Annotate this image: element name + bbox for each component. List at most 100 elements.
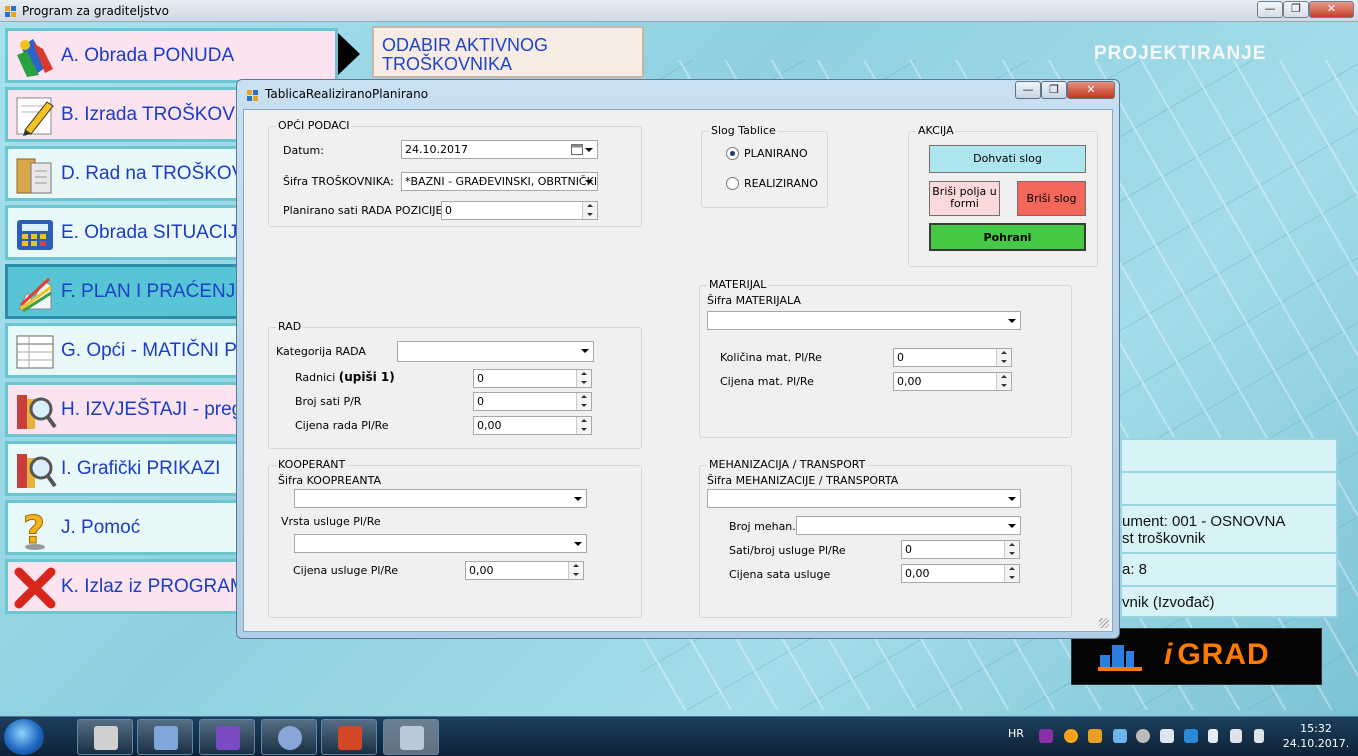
menu-label: I. Grafički PRIKAZI [61,458,221,479]
spinner-arrows[interactable] [582,202,597,219]
cijena-sata-value: 0,00 [905,567,930,580]
taskbar-app-2[interactable] [137,719,193,755]
dialog-title: TablicaRealiziranoPlanirano [265,87,429,101]
kolicina-mat-value: 0 [897,351,904,364]
spinner-arrows[interactable] [576,370,591,387]
spinner-arrows[interactable] [996,349,1011,366]
close-button[interactable]: ✕ [1309,1,1354,18]
sifra-mehanizacije-label: Šifra MEHANIZACIJE / TRANSPORTA [707,474,899,487]
restore-button[interactable]: ❐ [1283,1,1309,18]
taskbar-app-5[interactable] [321,719,377,755]
resize-grip[interactable] [1099,618,1109,628]
pohrani-button[interactable]: Pohrani [929,223,1086,251]
language-indicator[interactable]: HR [1008,727,1024,740]
table-icon [16,335,54,369]
spinner-arrows[interactable] [1004,541,1019,558]
chevron-down-icon [574,542,582,546]
dohvati-slog-button[interactable]: Dohvati slog [929,145,1086,173]
taskbar-app-4[interactable] [261,719,317,755]
taskbar-app-6[interactable] [383,719,439,755]
sifra-mehanizacije-select[interactable] [707,489,1021,508]
tray-orange-icon[interactable] [1064,729,1078,743]
volume-icon[interactable] [1230,729,1242,743]
tray-disc-icon[interactable] [1136,729,1150,743]
cijena-rada-input[interactable]: 0,00 [473,416,592,435]
group-title: OPĆI PODACI [276,119,352,132]
display-icon[interactable] [1160,729,1174,743]
magnifier-report-icon [17,395,57,429]
flag-icon[interactable] [1208,729,1218,743]
datum-picker[interactable]: 24.10.2017 [401,140,598,159]
broj-mehan-select[interactable] [796,516,1021,535]
menu-item-obrada-ponuda[interactable]: A. Obrada PONUDA [5,28,338,83]
spinner-arrows[interactable] [1004,565,1019,582]
cijena-sata-input[interactable]: 0,00 [901,564,1020,583]
spinner-arrows[interactable] [996,373,1011,390]
dropbox-icon[interactable] [1113,729,1127,743]
spinner-arrows[interactable] [576,417,591,434]
broj-sati-label: Broj sati P/R [295,395,362,408]
network-icon[interactable] [1254,729,1264,743]
group-title: Slog Tablice [709,124,778,137]
brisi-slog-button[interactable]: Briši slog [1017,181,1086,216]
calendar-icon[interactable] [571,144,583,155]
taskbar-app-3[interactable] [199,719,255,755]
taskbar-app-1[interactable] [77,719,133,755]
chevron-down-icon [574,497,582,501]
taskbar: HR 15:32 24.10.2017. [0,716,1358,756]
group-title: KOOPERANT [276,458,348,471]
cijena-usluge-input[interactable]: 0,00 [465,561,584,580]
sifra-materijala-select[interactable] [707,311,1021,330]
radnici-input[interactable]: 0 [473,369,592,388]
odabir-troskovnika-button[interactable]: ODABIR AKTIVNOG TROŠKOVNIKA [372,26,644,78]
chevron-down-icon[interactable] [585,148,593,152]
minimize-button[interactable]: — [1257,1,1283,18]
info-dokument-line2: st troškovnik [1122,530,1206,547]
menu-label: F. PLAN I PRAĆENJE [61,281,248,302]
clock[interactable]: 15:32 24.10.2017. [1280,721,1352,751]
radio-planirano[interactable] [726,147,739,160]
dialog-restore-button[interactable]: ❐ [1041,81,1067,99]
sati-usluge-label: Sati/broj usluge Pl/Re [729,544,846,557]
cijena-usluge-label: Cijena usluge Pl/Re [293,564,399,577]
info-stavka: a: 8 [1122,561,1148,578]
info-dokument-line1: ument: 001 - OSNOVNA [1122,513,1286,530]
sifra-materijala-label: Šifra MATERIJALA [707,294,801,307]
start-button[interactable] [4,719,44,755]
group-title: AKCIJA [916,124,956,137]
broj-sati-value: 0 [477,395,484,408]
binder-icon [16,158,52,194]
chevron-down-icon [1008,497,1016,501]
tray-folder-icon[interactable] [1088,729,1102,743]
sati-usluge-value: 0 [905,543,912,556]
kolicina-mat-input[interactable]: 0 [893,348,1012,367]
onenote-icon[interactable] [1039,729,1053,743]
menu-label: J. Pomoć [61,517,141,538]
cijena-mat-input[interactable]: 0,00 [893,372,1012,391]
radnici-label: Radnici (upiši 1) [295,370,395,384]
dialog-close-button[interactable]: ✕ [1067,81,1115,99]
sifra-kooperanta-select[interactable] [294,489,587,508]
planirano-sati-label: Planirano sati RADA POZICIJE [283,204,443,217]
spinner-arrows[interactable] [576,393,591,410]
spinner-arrows[interactable] [568,562,583,579]
planirano-sati-value: 0 [445,204,452,217]
planirano-sati-input[interactable]: 0 [441,201,598,220]
kategorija-rada-select[interactable] [397,341,594,362]
vrsta-usluge-select[interactable] [294,534,587,553]
group-title: MATERIJAL [707,278,769,291]
menu-arrow-icon [338,33,360,75]
sati-usluge-input[interactable]: 0 [901,540,1020,559]
clock-date: 24.10.2017. [1282,737,1350,750]
exit-x-icon [14,567,56,609]
dialog-minimize-button[interactable]: — [1015,81,1041,99]
sifra-troskovnika-select[interactable]: *BAZNI - GRAĐEVINSKI, OBRTNIČKI [401,172,598,191]
broj-sati-input[interactable]: 0 [473,392,592,411]
odabir-line2: TROŠKOVNIKA [382,54,513,74]
radnici-value: 0 [477,372,484,385]
group-title: RAD [276,320,304,333]
menu-label: A. Obrada PONUDA [61,45,235,66]
skype-icon[interactable] [1184,729,1198,743]
radio-realizirano[interactable] [726,177,739,190]
brisi-polja-button[interactable]: Briši polja u formi [929,181,1000,216]
